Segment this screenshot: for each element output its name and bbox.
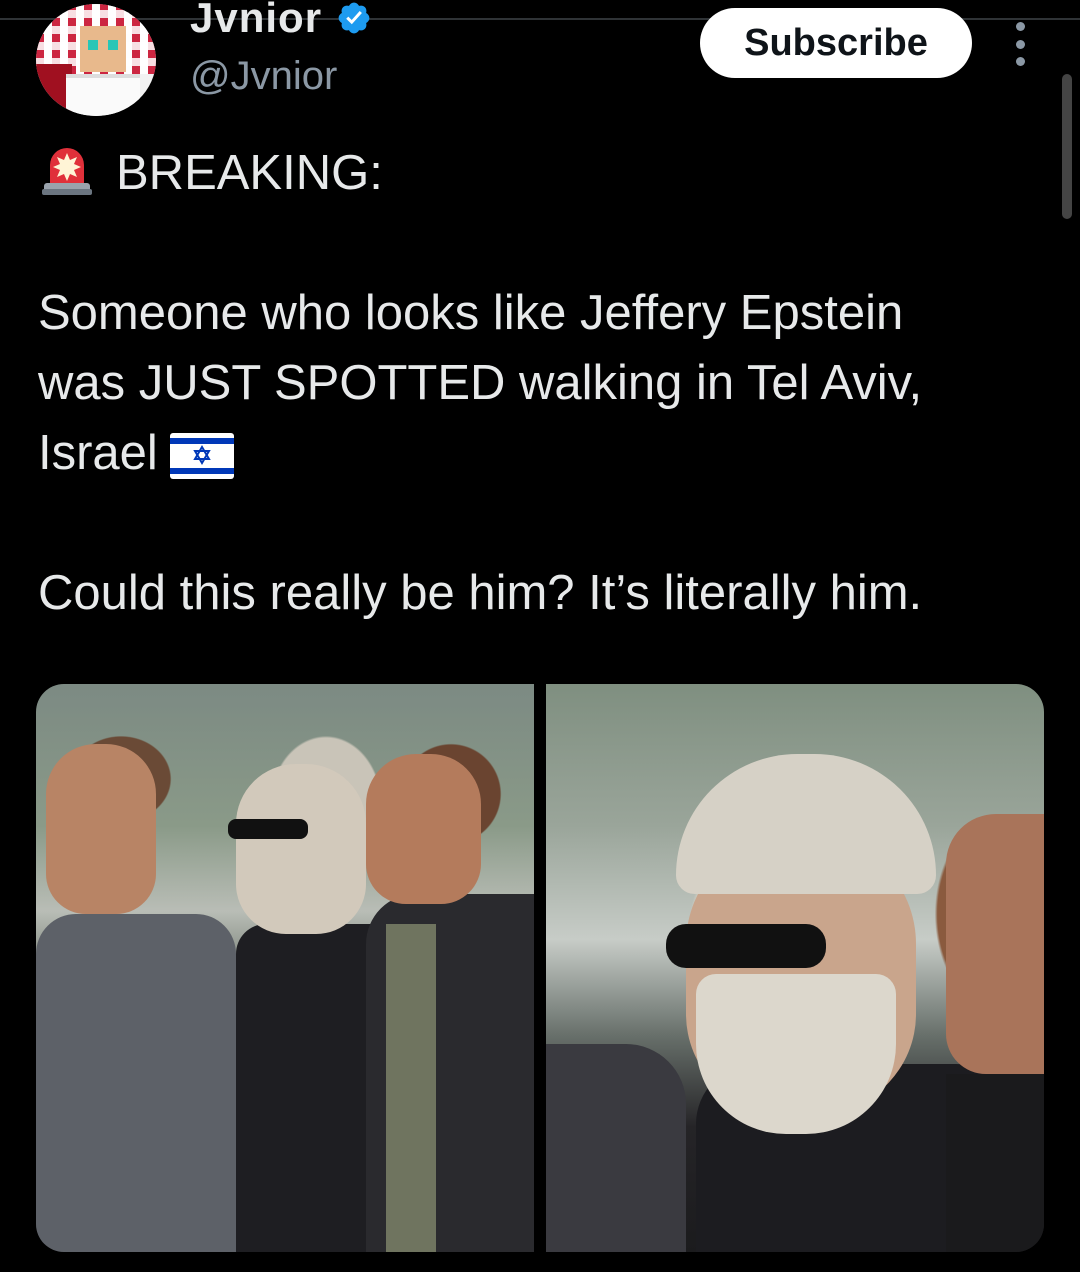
tweet-line-breaking: BREAKING: — [38, 138, 1048, 208]
israel-word: Israel — [38, 426, 158, 480]
figure-hair — [676, 754, 936, 894]
foreground-shoulder — [546, 1044, 686, 1252]
figure-right-shirt — [386, 924, 436, 1252]
figure-glasses — [666, 924, 826, 968]
display-name[interactable]: Jvnior — [190, 0, 322, 42]
avatar[interactable] — [36, 4, 156, 116]
avatar-face — [80, 26, 126, 72]
author-handle[interactable]: @Jvnior — [190, 54, 337, 99]
siren-icon — [42, 148, 92, 195]
dot — [1015, 39, 1025, 49]
more-options-icon[interactable] — [1008, 22, 1032, 66]
figure-left-head — [46, 744, 156, 914]
figure-center-head — [236, 764, 366, 934]
tweet-media[interactable] — [36, 684, 1044, 1252]
breaking-label: BREAKING: — [116, 146, 383, 200]
verified-badge-icon — [338, 2, 370, 34]
figure-side-person — [946, 814, 1044, 1074]
israel-flag-icon — [169, 433, 234, 479]
author-name-row[interactable]: Jvnior — [190, 0, 372, 48]
tweet-text: BREAKING: Someone who looks like Jeffery… — [38, 138, 1048, 628]
scrollbar[interactable] — [1062, 74, 1072, 219]
tweet-photo-2[interactable] — [546, 684, 1044, 1252]
tweet-line: Someone who looks like Jeffery Epstein — [38, 286, 904, 340]
figure-center-glasses — [228, 819, 308, 839]
figure-right-head — [366, 754, 481, 904]
figure-left-coat — [36, 914, 236, 1252]
tweet-line-israel: Israel — [38, 418, 1048, 488]
dot — [1015, 57, 1025, 66]
figure-side-coat — [946, 1074, 1044, 1252]
dot — [1015, 22, 1025, 31]
avatar-eye — [88, 40, 98, 50]
tweet-line: was JUST SPOTTED walking in Tel Aviv, — [38, 356, 923, 410]
figure-beard — [696, 974, 896, 1134]
subscribe-button[interactable]: Subscribe — [700, 8, 972, 78]
avatar-body — [66, 74, 140, 116]
avatar-eye — [108, 40, 118, 50]
tweet-line: Could this really be him? It’s literally… — [38, 566, 923, 620]
tweet-photo-1[interactable] — [36, 684, 534, 1252]
